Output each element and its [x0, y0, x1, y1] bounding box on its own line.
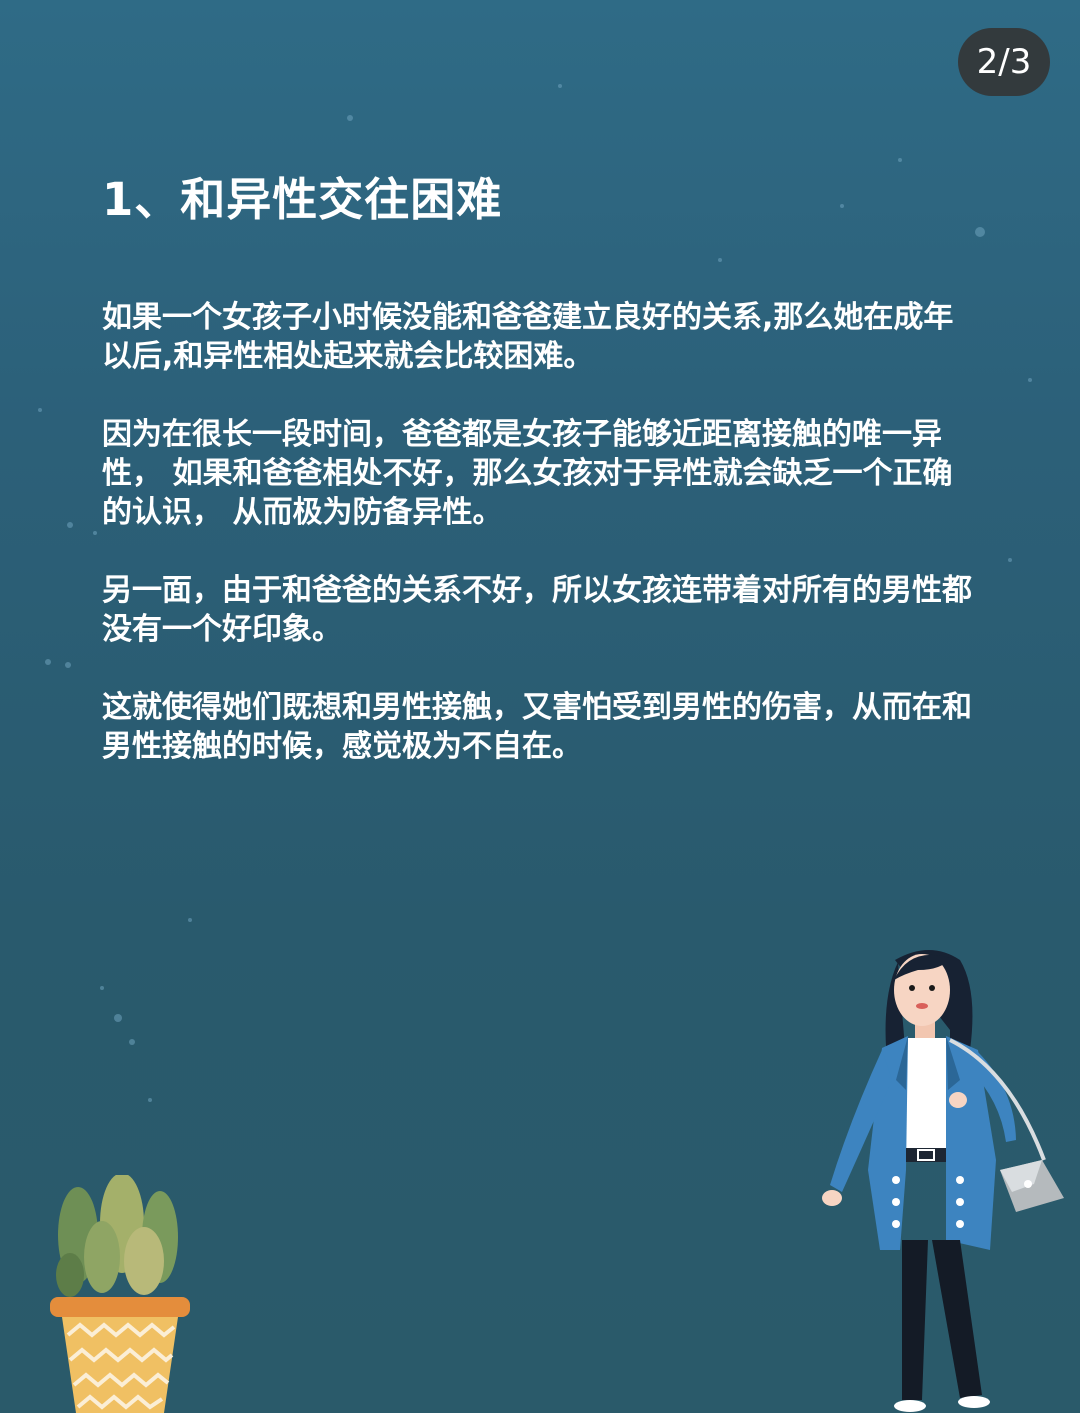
article-heading: 1、和异性交往困难 [102, 173, 503, 226]
article-paragraph: 这就使得她们既想和男性接触，又害怕受到男性的伤害，从而在和男性接触的时候，感觉极… [102, 690, 972, 764]
article-paragraph: 如果一个女孩子小时候没能和爸爸建立良好的关系,那么她在成年以后,和异性相处起来就… [102, 300, 954, 374]
article-paragraph: 另一面，由于和爸爸的关系不好，所以女孩连带着对所有的男性都没有一个好印象。 [102, 573, 972, 647]
plant-leaves [56, 1175, 178, 1297]
article-content: 1、和异性交往困难 如果一个女孩子小时候没能和爸爸建立良好的关系,那么她在成年以… [102, 170, 982, 805]
page-counter-badge: 2/3 [958, 28, 1050, 96]
pot-rim [50, 1297, 190, 1317]
potted-plant-illustration [50, 1175, 190, 1413]
woman-with-handbag-illustration [822, 950, 1064, 1412]
article-paragraph: 因为在很长一段时间，爸爸都是女孩子能够近距离接触的唯一异性， 如果和爸爸相处不好… [102, 417, 953, 530]
